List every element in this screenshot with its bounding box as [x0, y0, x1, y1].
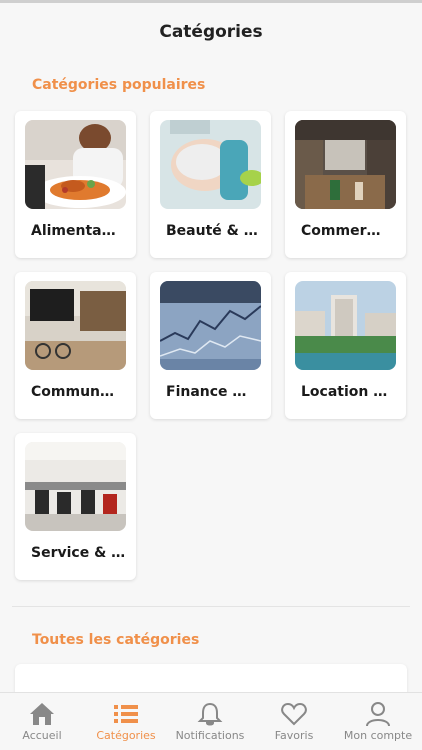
resort-image	[295, 281, 396, 370]
category-card-service[interactable]: Service & …	[15, 433, 136, 580]
food-image	[25, 120, 126, 209]
section-divider	[12, 606, 410, 607]
tab-categories[interactable]: Catégories	[84, 693, 168, 750]
category-label: Beauté & …	[166, 223, 258, 239]
category-card-location[interactable]: Location …	[285, 272, 406, 419]
user-icon	[364, 701, 392, 727]
finance-image	[160, 281, 261, 370]
store-image	[295, 120, 396, 209]
category-card-commerce[interactable]: Commer…	[285, 111, 406, 258]
top-divider	[0, 0, 422, 3]
tab-notifications[interactable]: Notifications	[168, 693, 252, 750]
category-card-food[interactable]: Alimenta…	[15, 111, 136, 258]
category-label: Service & …	[31, 545, 126, 561]
community-image	[25, 281, 126, 370]
bottom-tab-bar: Accueil Catégories Notifications Favoris	[0, 692, 422, 750]
gym-image	[25, 442, 126, 531]
home-icon	[28, 701, 56, 727]
page-title: Catégories	[159, 22, 263, 42]
category-label: Alimenta…	[31, 223, 116, 239]
category-card-community[interactable]: Commun…	[15, 272, 136, 419]
popular-categories-title: Catégories populaires	[32, 77, 206, 93]
category-label: Commun…	[31, 384, 115, 400]
category-label: Finance …	[166, 384, 247, 400]
heart-icon	[280, 701, 308, 727]
bell-icon	[196, 701, 224, 727]
tab-label: Mon compte	[343, 729, 413, 742]
category-label: Location …	[301, 384, 388, 400]
list-icon	[112, 701, 140, 727]
category-card-finance[interactable]: Finance …	[150, 272, 271, 419]
beauty-image	[160, 120, 261, 209]
tab-accueil[interactable]: Accueil	[0, 693, 84, 750]
tab-mon-compte[interactable]: Mon compte	[336, 693, 420, 750]
category-card-beauty[interactable]: Beauté & …	[150, 111, 271, 258]
all-categories-title: Toutes les catégories	[32, 632, 200, 648]
tab-favoris[interactable]: Favoris	[252, 693, 336, 750]
category-label: Commer…	[301, 223, 381, 239]
